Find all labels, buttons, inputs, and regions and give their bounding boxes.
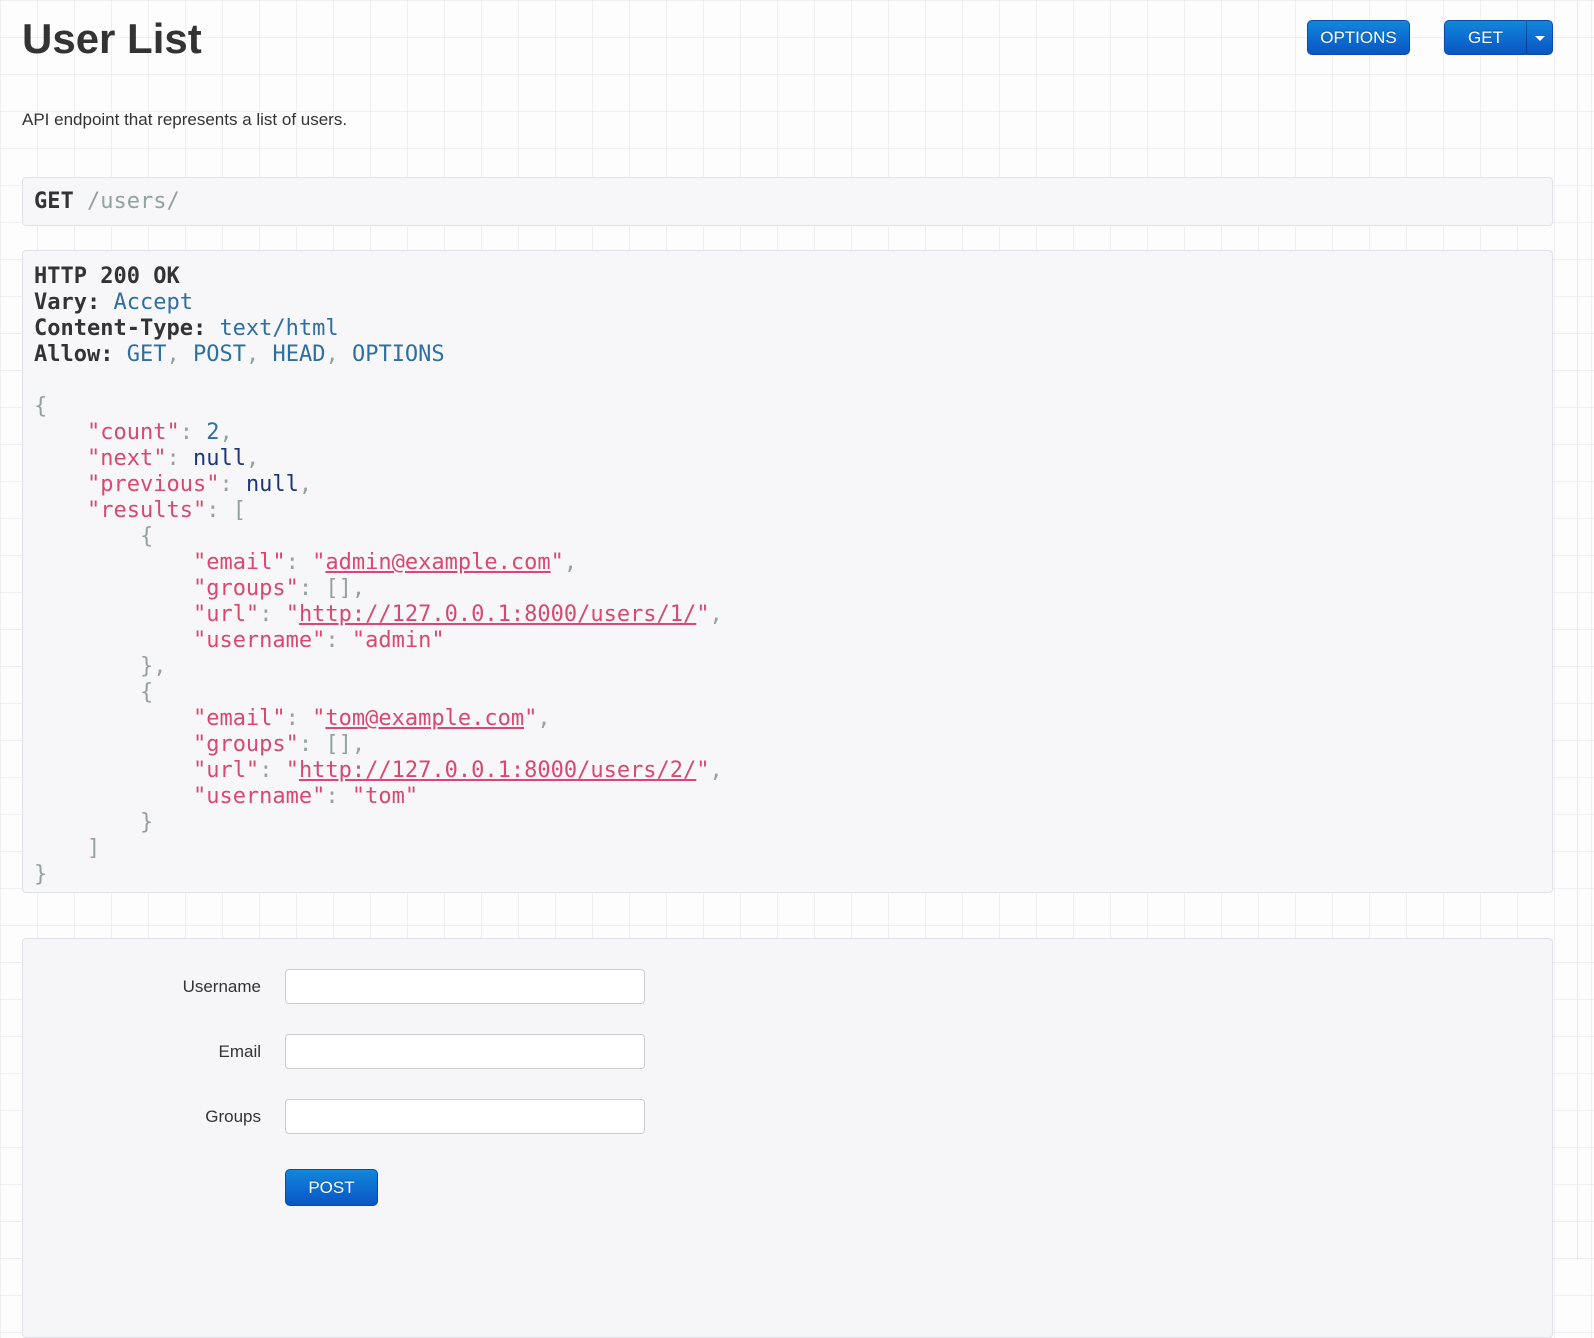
json-link[interactable]: admin@example.com <box>325 550 550 575</box>
request-method: GET <box>34 189 74 215</box>
form-actions: POST <box>285 1169 1552 1206</box>
page-title: User List <box>22 16 202 62</box>
form-rows: Username Email Groups <box>23 969 1552 1134</box>
user-list-page: OPTIONS GET User List API endpoint that … <box>0 0 1594 1260</box>
caret-down-icon <box>1535 36 1545 41</box>
request-path: /users/ <box>87 189 180 215</box>
get-button-group: GET <box>1444 20 1553 55</box>
page-description: API endpoint that represents a list of u… <box>22 110 347 130</box>
page-right-border <box>1577 0 1578 1260</box>
get-format-dropdown-button[interactable] <box>1526 20 1553 55</box>
get-button[interactable]: GET <box>1444 20 1526 55</box>
field-label-email: Email <box>23 1042 261 1062</box>
field-label-groups: Groups <box>23 1107 261 1127</box>
form-row-username: Username <box>23 969 1552 1004</box>
form-row-groups: Groups <box>23 1099 1552 1134</box>
json-link[interactable]: http://127.0.0.1:8000/users/1/ <box>299 602 696 627</box>
json-link[interactable]: http://127.0.0.1:8000/users/2/ <box>299 758 696 783</box>
email-input[interactable] <box>285 1034 645 1069</box>
request-info-bar: GET /users/ <box>22 177 1553 226</box>
form-row-email: Email <box>23 1034 1552 1069</box>
groups-input[interactable] <box>285 1099 645 1134</box>
response-panel: HTTP 200 OK Vary: Accept Content-Type: t… <box>22 250 1553 893</box>
toolbar: OPTIONS GET <box>1307 20 1553 55</box>
post-button[interactable]: POST <box>285 1169 378 1206</box>
field-label-username: Username <box>23 977 261 997</box>
response-body: HTTP 200 OK Vary: Accept Content-Type: t… <box>34 264 1541 888</box>
post-form-panel: Username Email Groups POST <box>22 938 1553 1338</box>
options-button[interactable]: OPTIONS <box>1307 20 1410 55</box>
json-link[interactable]: tom@example.com <box>325 706 524 731</box>
username-input[interactable] <box>285 969 645 1004</box>
